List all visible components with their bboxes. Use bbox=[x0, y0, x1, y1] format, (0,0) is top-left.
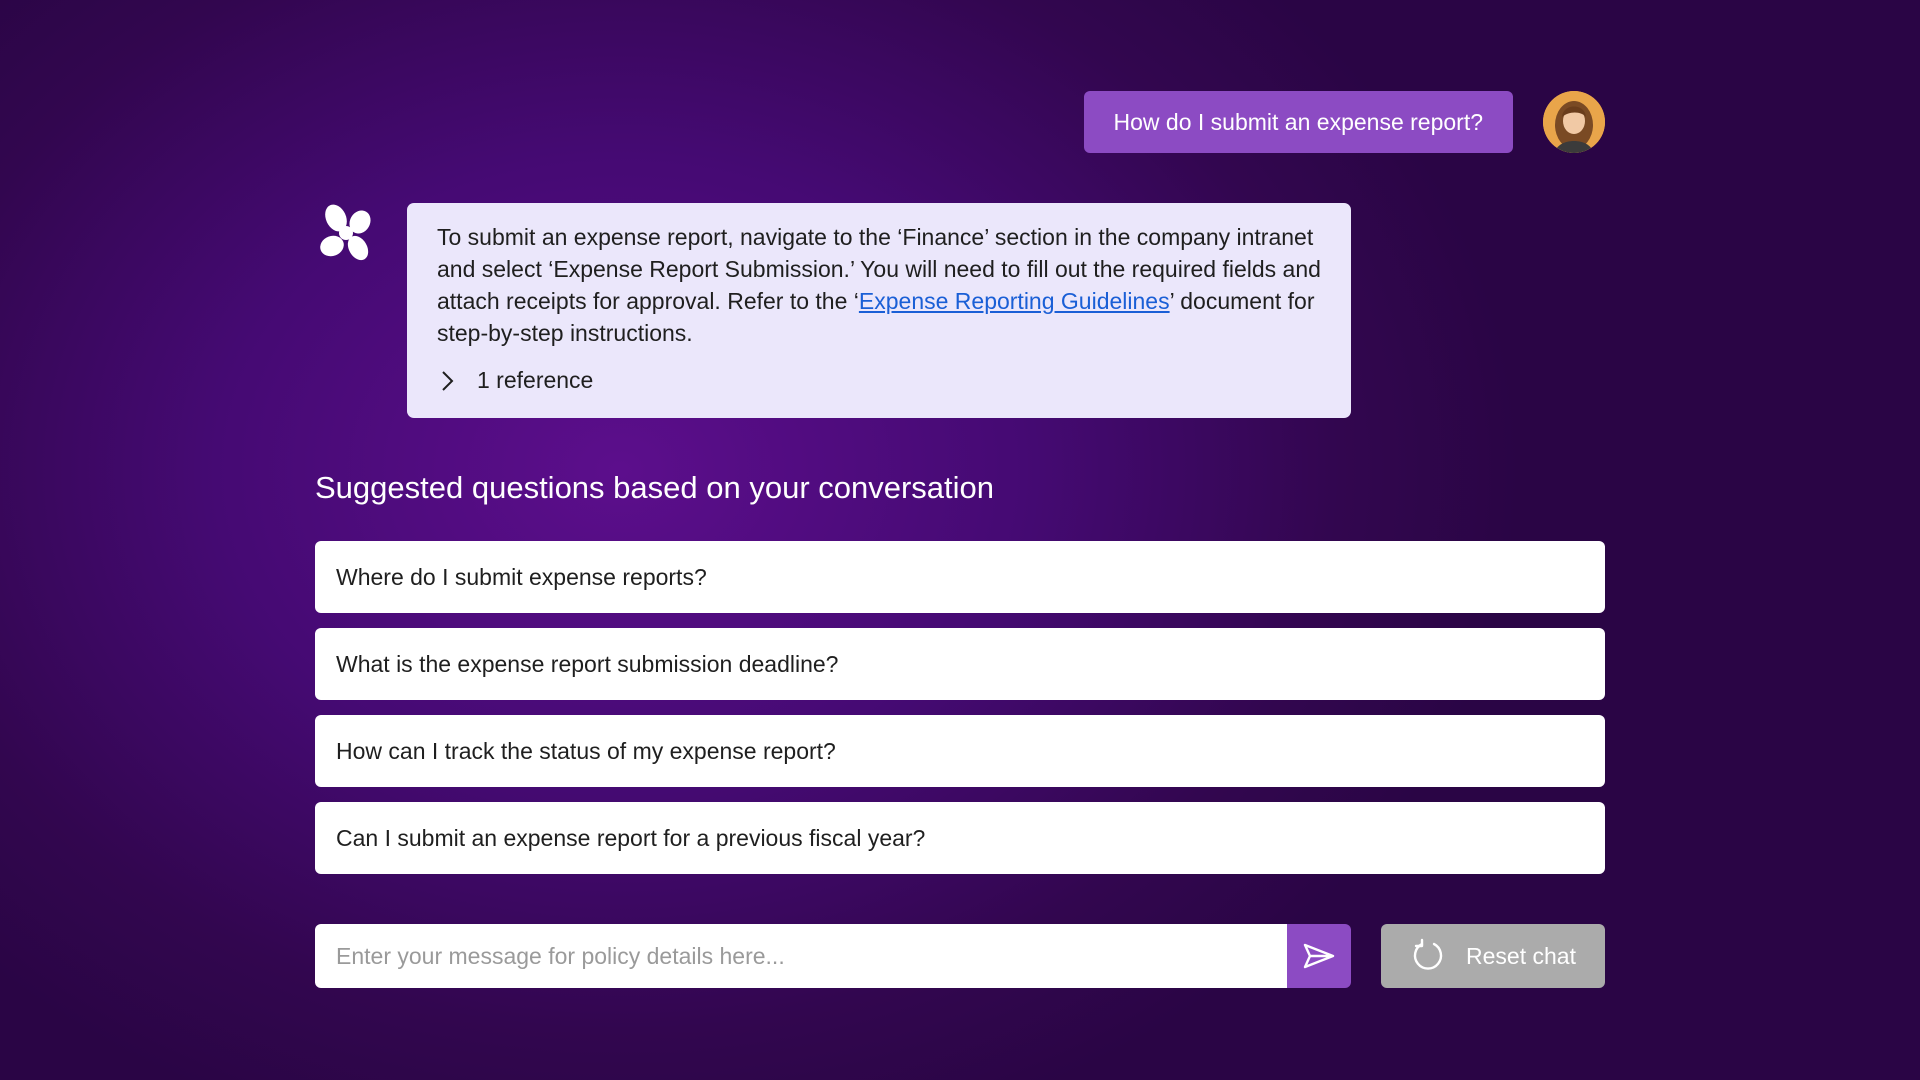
user-message-row: How do I submit an expense report? bbox=[1083, 91, 1605, 153]
user-message-bubble: How do I submit an expense report? bbox=[1083, 91, 1513, 153]
bot-response-text: To submit an expense report, navigate to… bbox=[437, 221, 1321, 349]
guidelines-link[interactable]: Expense Reporting Guidelines bbox=[859, 288, 1170, 314]
suggested-question[interactable]: What is the expense report submission de… bbox=[315, 628, 1605, 700]
suggested-question[interactable]: Can I submit an expense report for a pre… bbox=[315, 802, 1605, 874]
references-label: 1 reference bbox=[477, 367, 594, 393]
refresh-icon bbox=[1413, 938, 1443, 970]
suggested-questions-list: Where do I submit expense reports? What … bbox=[315, 541, 1605, 889]
copilot-logo bbox=[312, 200, 380, 268]
chat-screen: How do I submit an expense report? To su… bbox=[0, 0, 1920, 1080]
send-icon bbox=[1303, 943, 1335, 969]
message-input[interactable] bbox=[315, 924, 1287, 988]
references-toggle[interactable]: 1 reference bbox=[437, 367, 1321, 394]
bot-response-bubble: To submit an expense report, navigate to… bbox=[407, 203, 1351, 418]
suggested-question[interactable]: Where do I submit expense reports? bbox=[315, 541, 1605, 613]
message-composer bbox=[315, 924, 1351, 988]
suggested-questions-title: Suggested questions based on your conver… bbox=[315, 470, 995, 505]
reset-chat-label: Reset chat bbox=[1466, 942, 1576, 969]
reset-chat-button[interactable]: Reset chat bbox=[1381, 924, 1605, 988]
chevron-right-icon bbox=[442, 370, 454, 391]
suggested-question[interactable]: How can I track the status of my expense… bbox=[315, 715, 1605, 787]
user-avatar bbox=[1543, 91, 1605, 153]
send-button[interactable] bbox=[1287, 924, 1351, 988]
